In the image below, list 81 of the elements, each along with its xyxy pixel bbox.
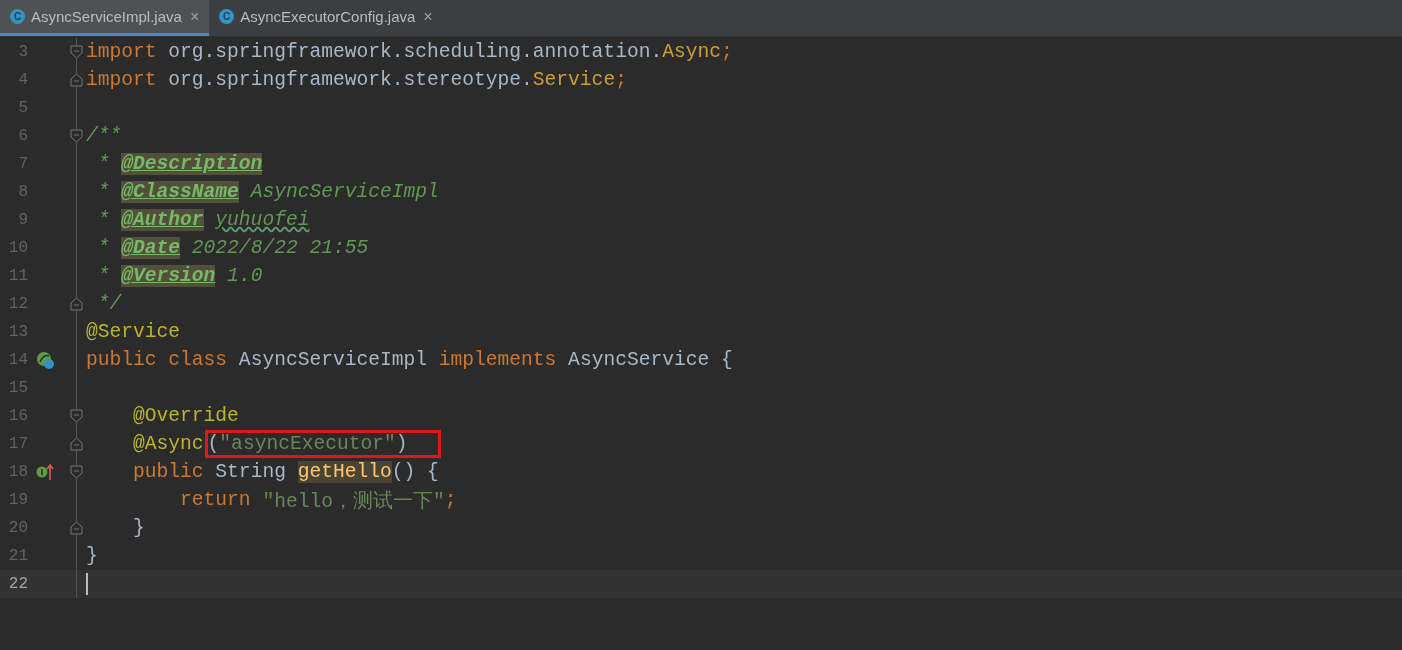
line-number: 17 [7,435,28,453]
override-icon[interactable] [36,463,54,481]
code-text: } [86,545,98,567]
fold-icon[interactable] [70,465,83,479]
doc-comment: * [96,237,111,259]
doc-tag: @Author [121,209,204,231]
annotation: @Async [132,433,204,455]
doc-comment: 2022/8/22 21:55 [190,237,369,259]
fold-icon[interactable] [70,297,83,311]
keyword: return [179,489,251,511]
code-text: AsyncServiceImpl [237,349,428,371]
editor-tab[interactable]: C AsyncServiceImpl.java × [0,0,210,36]
code-text: org.springframework.stereotype. [167,69,533,91]
line-number: 20 [7,519,28,537]
code-text: AsyncService { [567,349,733,371]
line-number: 12 [7,295,28,313]
code-text: ( [207,433,220,455]
doc-comment: /** [86,125,122,147]
code-text: ) [395,433,408,455]
line-number: 16 [7,407,28,425]
doc-comment: * [96,265,111,287]
doc-comment: * [96,153,111,175]
doc-comment: AsyncServiceImpl [249,181,439,203]
line-number: 6 [17,127,28,145]
class-name: Async [662,41,721,63]
line-number: 18 [7,463,28,481]
line-number: 7 [17,155,28,173]
line-number: 9 [17,211,28,229]
doc-tag: @Date [121,237,181,259]
doc-comment: 1.0 [226,265,263,287]
fold-icon[interactable] [70,521,83,535]
line-number: 21 [7,547,28,565]
bean-icon[interactable] [36,351,55,370]
keyword: import [86,69,157,91]
keyword: public [132,461,204,483]
line-number: 5 [17,99,28,117]
annotation: @Override [132,405,239,427]
class-icon: C [10,9,25,24]
doc-comment: * [96,181,111,203]
line-number: 13 [7,323,28,341]
code-text: } [132,517,145,539]
tab-label: AsyncExecutorConfig.java [240,8,416,25]
fold-icon[interactable] [70,409,83,423]
class-name: Service [532,69,616,91]
line-number: 14 [7,351,28,369]
code-text: String [214,461,287,483]
doc-comment: * [96,209,111,231]
close-icon[interactable]: × [421,7,435,26]
code-text: () { [391,461,439,483]
line-number: 10 [7,239,28,257]
line-number: 19 [7,491,28,509]
keyword: ; [615,69,627,91]
line-number: 11 [7,267,28,285]
doc-comment: */ [96,293,122,315]
doc-tag: @Description [121,153,263,175]
string-literal: "asyncExecutor" [219,433,396,455]
annotation: @Service [86,321,181,343]
tab-label: AsyncServiceImpl.java [31,8,182,25]
fold-icon[interactable] [70,45,83,59]
line-number: 8 [17,183,28,201]
line-number: 3 [17,43,28,61]
keyword: implements [438,349,557,371]
close-icon[interactable]: × [187,7,202,26]
string-literal: "hello，测试一下" [261,489,445,514]
doc-tag: @ClassName [121,181,239,203]
line-number: 15 [7,379,28,397]
fold-icon[interactable] [70,129,83,143]
keyword: import [86,41,157,63]
class-icon: C [219,9,235,24]
keyword: ; [444,489,457,511]
keyword: public class [86,349,228,371]
code-text: org.springframework.scheduling.annotation. [167,41,663,63]
keyword: ; [720,41,733,63]
line-number: 22 [7,575,28,593]
doc-comment: yuhuofei [215,209,310,231]
doc-tag: @Version [121,265,216,287]
text-cursor [86,573,88,595]
method-name: getHello [297,461,392,483]
line-number: 4 [17,71,28,89]
fold-icon[interactable] [70,437,83,451]
fold-icon[interactable] [70,73,83,87]
